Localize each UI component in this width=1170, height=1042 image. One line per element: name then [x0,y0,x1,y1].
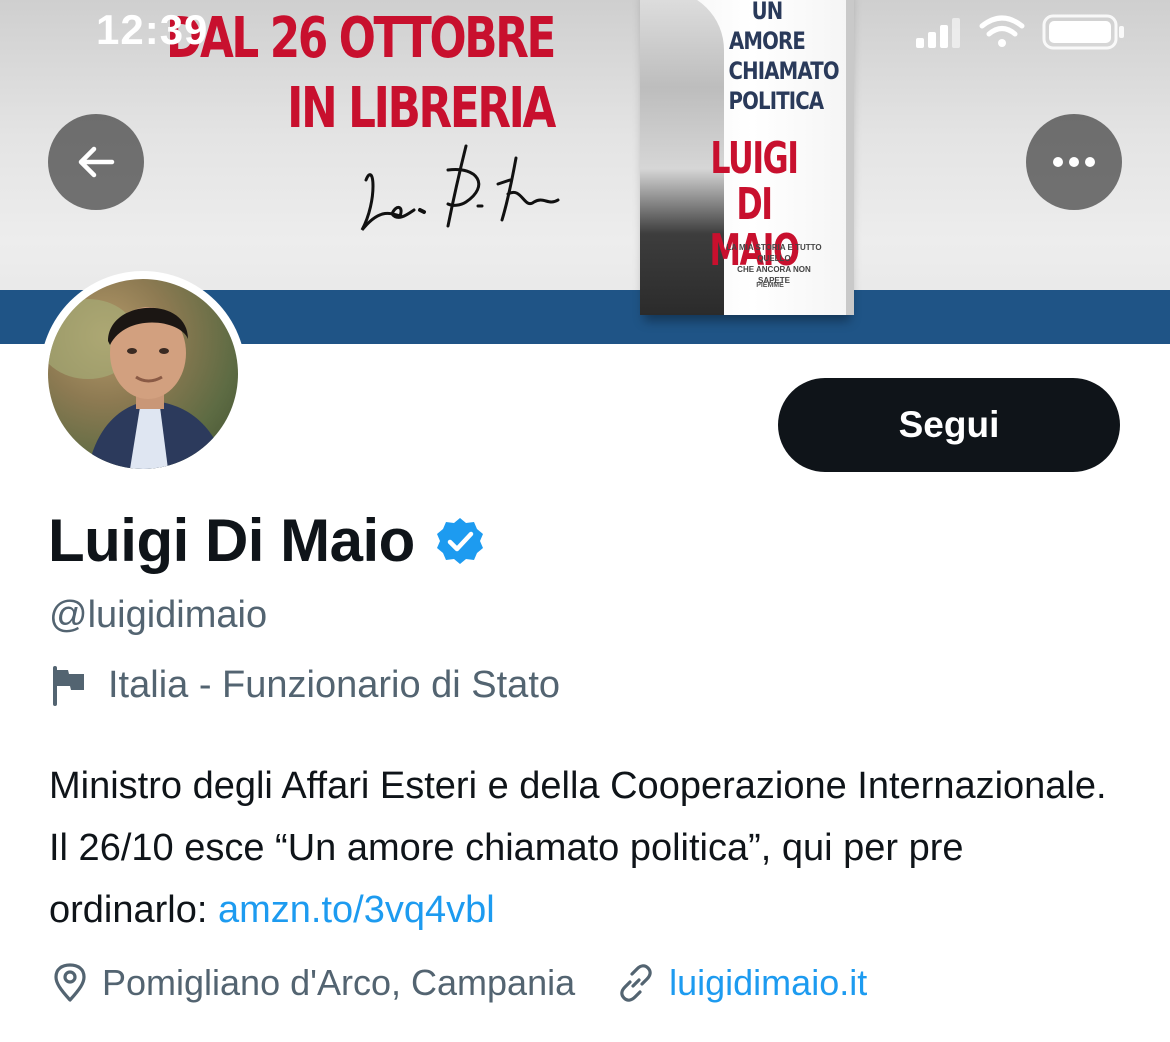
profile-meta-row: Pomigliano d'Arco, Campania luigidimaio.… [52,962,867,1004]
banner-headline-line2: IN LIBRERIA [287,76,556,141]
wifi-icon [979,15,1025,47]
location-pin-icon [54,963,86,1002]
banner-headline: DAL 26 OTTOBRE IN LIBRERIA [148,4,556,144]
display-name: Luigi Di Maio [48,507,415,574]
user-handle: @luigidimaio [49,594,268,636]
location-label: Pomigliano d'Arco, Campania [102,962,576,1003]
status-time: 12:39 [96,6,209,53]
back-button[interactable] [48,114,144,210]
avatar[interactable] [40,271,246,477]
arrow-left-icon [78,146,115,178]
more-options-button[interactable] [1026,114,1122,210]
profile-bio: Ministro degli Affari Esteri e della Coo… [49,755,1129,941]
verified-badge-icon[interactable] [435,516,485,566]
bio-text: Ministro degli Affari Esteri e della Coo… [49,765,1107,931]
flag-icon [53,665,84,706]
link-icon [620,964,652,1002]
follow-button[interactable]: Segui [778,378,1120,472]
book-cover-image: UN AMORE CHIAMATO POLITICA LUIGI DI MAIO… [640,0,854,315]
book-title: UN AMORE CHIAMATO POLITICA [728,0,839,115]
book-publisher: PIEMME [756,282,784,289]
status-icons [916,14,1124,50]
website-link[interactable]: luigidimaio.it [669,962,867,1004]
signature-image [360,144,560,231]
avatar-image [48,279,238,469]
more-horizontal-icon [1053,157,1095,167]
banner-headline-line1: DAL 26 OTTOBRE [166,6,556,71]
battery-icon [1042,14,1124,50]
professional-category: Italia - Funzionario di Stato [50,664,560,707]
bio-link[interactable]: amzn.to/3vq4vbl [218,889,495,931]
book-tagline: LA MIA STORIA E TUTTO QUELLO CHE ANCORA … [726,243,822,285]
cellular-signal-icon [916,18,960,48]
name-row: Luigi Di Maio [48,506,485,575]
category-label: Italia - Funzionario di Stato [108,664,561,706]
